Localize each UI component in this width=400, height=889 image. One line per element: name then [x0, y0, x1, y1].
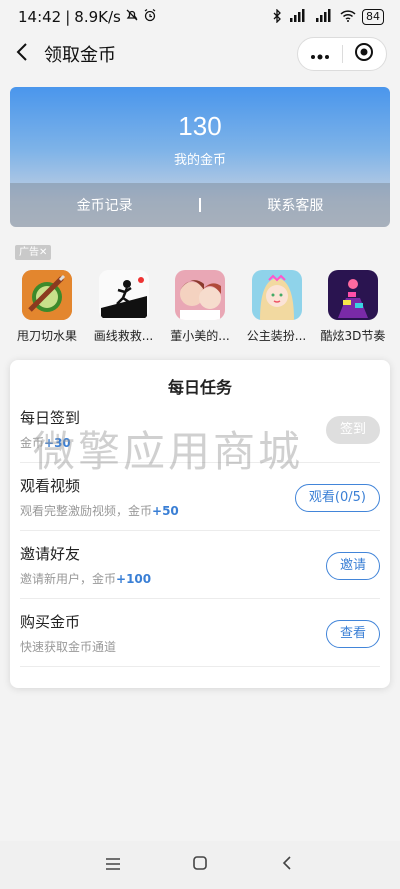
task-row-invite: 邀请好友 邀请新用户，金币+100 邀请: [20, 531, 380, 599]
task-row-checkin: 每日签到 金币+30 签到: [20, 395, 380, 463]
close-mini-program-button[interactable]: [343, 38, 387, 70]
task-desc: 金币+30: [20, 434, 71, 451]
ad-app-item[interactable]: 董小美的...: [163, 270, 237, 350]
mute-bell-icon: [125, 8, 139, 26]
task-name: 购买金币: [20, 613, 81, 631]
ad-app-list: 甩刀切水果 画线救救... 董小美的... 公主装扮... 酷炫3D节奏: [10, 270, 390, 350]
ad-app-name: 公主装扮...: [246, 329, 307, 343]
back-triangle-icon: [282, 855, 292, 875]
task-desc: 观看完整激励视频，金币+50: [20, 502, 179, 519]
task-desc-text: 快速获取金币通道: [20, 640, 117, 654]
menu-button[interactable]: [93, 845, 133, 885]
task-desc-text: 观看完整激励视频，金币: [20, 504, 153, 518]
menu-icon: [105, 856, 121, 875]
rhythm-3d-app-icon: [328, 270, 378, 320]
status-left: 14:42 | 8.9K/s: [18, 8, 157, 26]
home-square-icon: [192, 855, 208, 875]
ad-app-name: 酷炫3D节奏: [320, 329, 386, 343]
task-row-watch-video: 观看视频 观看完整激励视频，金币+50 观看(0/5): [20, 463, 380, 531]
watch-video-button[interactable]: 观看(0/5): [294, 484, 380, 512]
ad-app-item[interactable]: 甩刀切水果: [10, 270, 84, 350]
system-back-button[interactable]: [267, 845, 307, 885]
more-dots-icon: [310, 45, 330, 64]
ad-app-item[interactable]: 酷炫3D节奏: [316, 270, 390, 350]
system-nav-bar: [0, 841, 400, 889]
page-title: 领取金币: [44, 45, 116, 66]
task-desc-text: 邀请新用户，金币: [20, 572, 117, 586]
ad-app-item[interactable]: 公主装扮...: [240, 270, 314, 350]
signal-icon-1: [288, 9, 308, 25]
task-bonus: +100: [116, 572, 152, 586]
task-desc-text: 金币: [20, 436, 45, 450]
invite-button[interactable]: 邀请: [325, 552, 380, 580]
coin-card: 130 我的金币 金币记录 联系客服: [10, 87, 390, 227]
back-arrow-icon: [16, 42, 28, 66]
ad-tag[interactable]: 广告✕: [15, 245, 52, 260]
task-desc: 快速获取金币通道: [20, 638, 116, 655]
home-button[interactable]: [180, 845, 220, 885]
alarm-clock-icon: [143, 8, 157, 26]
draw-line-app-icon: [98, 270, 149, 320]
task-desc: 邀请新用户，金币+100: [20, 570, 151, 587]
view-button[interactable]: 查看: [325, 620, 380, 648]
signal-icon-2: [314, 9, 334, 25]
fruit-ninja-app-icon: [22, 270, 72, 320]
ad-app-name: 董小美的...: [170, 329, 230, 343]
task-bonus: +30: [44, 436, 71, 450]
nav-bar: 领取金币: [0, 34, 400, 74]
wifi-icon: [340, 9, 356, 25]
checkin-button[interactable]: 签到: [325, 416, 380, 444]
ad-app-name: 画线救救...: [93, 329, 154, 343]
daily-tasks-card: 每日任务 每日签到 金币+30 签到 观看视频 观看完整激励视频，金币+50 观…: [10, 360, 390, 688]
princess-dressup-app-icon: [251, 270, 302, 320]
task-bonus: +50: [152, 504, 179, 518]
coin-amount: 130: [178, 111, 222, 141]
task-name: 邀请好友: [20, 545, 81, 563]
ad-app-name: 甩刀切水果: [16, 329, 77, 343]
status-bar: 14:42 | 8.9K/s 84: [0, 0, 400, 34]
back-button[interactable]: [2, 34, 42, 74]
mini-program-capsule: [297, 37, 387, 71]
target-icon: [354, 42, 374, 66]
task-name: 每日签到: [20, 409, 81, 427]
battery-indicator: 84: [362, 9, 384, 25]
status-right: 84: [272, 7, 384, 26]
bluetooth-icon: [272, 7, 282, 26]
ad-app-item[interactable]: 画线救救...: [87, 270, 161, 350]
task-name: 观看视频: [20, 477, 81, 495]
contact-service-button[interactable]: 联系客服: [201, 195, 390, 215]
status-time: 14:42: [18, 8, 62, 26]
dong-xiaomei-app-icon: [175, 270, 225, 320]
network-speed: 8.9K/s: [74, 8, 121, 26]
coin-records-button[interactable]: 金币记录: [10, 195, 199, 215]
status-separator: |: [65, 8, 71, 26]
task-row-buy-coins: 购买金币 快速获取金币通道 查看: [20, 599, 380, 667]
coin-label: 我的金币: [173, 153, 226, 168]
more-button[interactable]: [298, 38, 342, 70]
coin-actions: 金币记录 联系客服: [10, 183, 390, 227]
